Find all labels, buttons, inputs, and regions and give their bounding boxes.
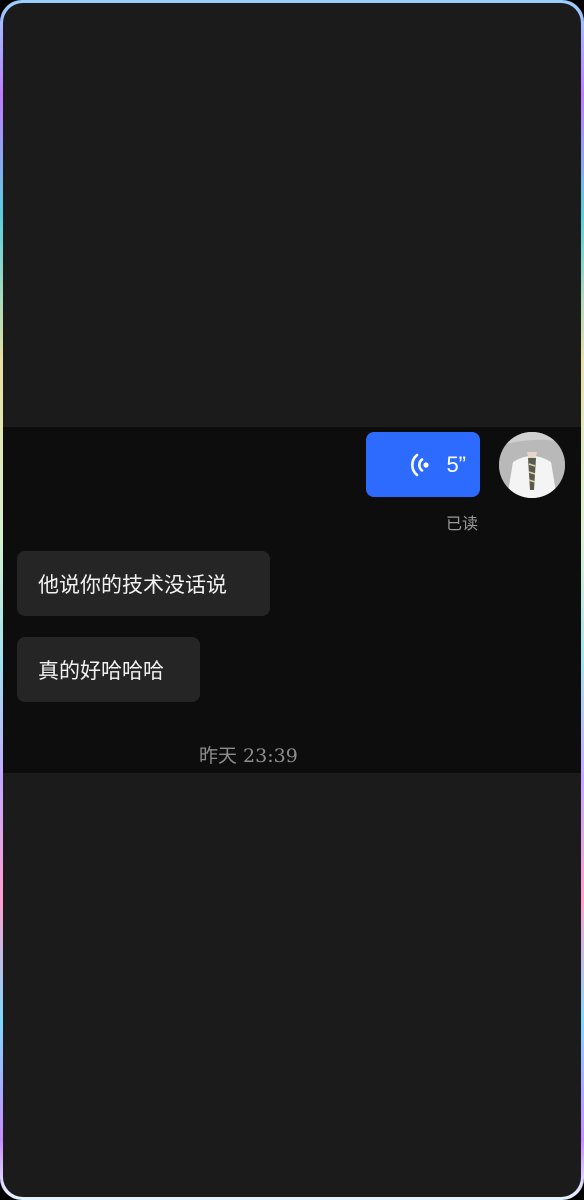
voice-message-bubble[interactable]: 5” xyxy=(366,432,480,497)
device-frame: 5” 已读 他说你的技术没话说 真的好哈哈哈 昨天 23:39 xyxy=(0,0,584,1200)
avatar[interactable] xyxy=(499,432,565,498)
message-timestamp: 昨天 23:39 xyxy=(199,745,298,767)
message-text: 真的好哈哈哈 xyxy=(38,658,164,683)
read-status: 已读 xyxy=(446,514,479,533)
message-text: 他说你的技术没话说 xyxy=(38,572,227,597)
voice-duration: 5” xyxy=(446,451,466,477)
chat-screen: 5” 已读 他说你的技术没话说 真的好哈哈哈 昨天 23:39 xyxy=(3,3,581,1197)
incoming-message[interactable]: 他说你的技术没话说 xyxy=(17,551,270,616)
incoming-message[interactable]: 真的好哈哈哈 xyxy=(17,637,200,702)
voice-wave-icon xyxy=(410,452,432,478)
